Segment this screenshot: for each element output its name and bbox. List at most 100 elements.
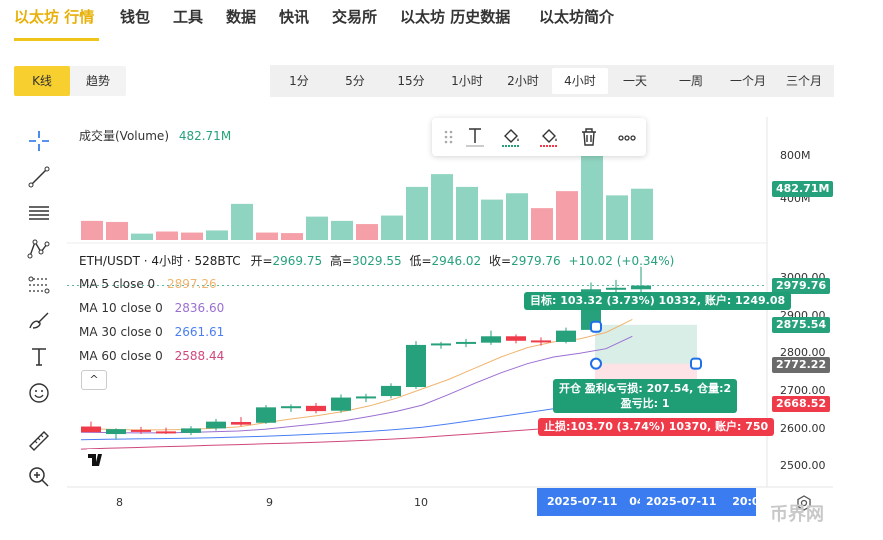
interval-1d[interactable]: 一天 [612, 68, 658, 94]
candle-body [81, 426, 101, 433]
nav-item-eth-market[interactable]: 以太坊 行情 [14, 6, 94, 27]
candlestick-chart[interactable] [67, 117, 833, 517]
brush-icon[interactable] [26, 308, 52, 334]
nav-item-tools[interactable]: 工具 [173, 6, 203, 27]
more-icon[interactable] [614, 124, 640, 150]
target-price-tag: 2875.54 [772, 317, 831, 333]
emoji-icon[interactable] [26, 380, 52, 406]
volume-legend: 成交量(Volume) 482.71M [79, 127, 231, 144]
candle-body [356, 396, 376, 399]
top-navigation: 以太坊 行情 钱包 工具 数据 快讯 交易所 以太坊 历史数据 以太坊简介 [0, 0, 883, 42]
candle-body [156, 431, 176, 434]
low-value: 2946.02 [431, 254, 482, 268]
ma30-legend: MA 30 close 0 2661.61 [79, 325, 224, 339]
position-tooltip-line2: 盈亏比: 1 [620, 397, 670, 410]
ruler-icon[interactable] [26, 428, 52, 454]
low-label: 低= [409, 254, 432, 268]
ma60-legend: MA 60 close 0 2588.44 [79, 349, 224, 363]
time-axis-9: 9 [266, 496, 273, 509]
volume-bar [206, 230, 228, 240]
candle-body [631, 285, 651, 290]
chart-mode-tabs: K线 趋势 [14, 66, 126, 96]
fill-color-icon[interactable] [498, 124, 524, 150]
volume-bar [531, 208, 553, 240]
interval-2h[interactable]: 2小时 [500, 68, 546, 94]
volume-bar [556, 191, 578, 240]
trend-line-icon[interactable] [26, 164, 52, 190]
width-handle [690, 357, 702, 370]
open-label: 开= [250, 254, 273, 268]
candle-body [556, 330, 576, 342]
entry-handle [590, 357, 602, 370]
close-value: 2979.76 [511, 254, 561, 268]
site-watermark: 币界网 [770, 504, 824, 525]
line-color-icon[interactable] [536, 124, 562, 150]
time-axis-8: 8 [116, 496, 123, 509]
tab-trend[interactable]: 趋势 [70, 66, 126, 96]
volume-bar [81, 220, 103, 240]
interval-4h[interactable]: 4小时 [552, 68, 608, 94]
ma30-value: 2661.61 [174, 325, 225, 339]
pattern-icon[interactable] [26, 236, 52, 262]
ma60-label: MA 60 close 0 [79, 349, 163, 363]
volume-label: 成交量(Volume) [79, 129, 169, 143]
zoom-icon[interactable] [26, 464, 52, 490]
candle-body [431, 343, 451, 346]
fib-icon[interactable] [26, 272, 52, 298]
position-tooltip: 开仓 盈利&亏损: 207.54, 仓量:2 盈亏比: 1 [553, 379, 738, 413]
text-tool-icon[interactable] [462, 124, 488, 150]
interval-1w[interactable]: 一周 [668, 68, 714, 94]
collapse-indicators-button[interactable]: ^ [81, 370, 107, 390]
interval-5m[interactable]: 5分 [332, 68, 378, 94]
close-label: 收= [489, 254, 512, 268]
interval-15m[interactable]: 15分 [388, 68, 434, 94]
interval-selector: 1分 5分 15分 1小时 2小时 4小时 一天 一周 一个月 三个月 [270, 65, 834, 97]
volume-bar [406, 186, 428, 240]
candle-body [306, 405, 326, 412]
candle-body [381, 385, 401, 397]
nav-item-news[interactable]: 快讯 [279, 6, 309, 27]
position-tooltip-line1: 开仓 盈利&亏损: 207.54, 仓量:2 [559, 382, 732, 395]
ma10-label: MA 10 close 0 [79, 301, 163, 315]
tab-kline[interactable]: K线 [14, 66, 70, 96]
ma10-value: 2836.60 [174, 301, 225, 315]
text-icon[interactable] [26, 344, 52, 370]
candle-body [106, 429, 126, 435]
volume-bar [331, 220, 353, 240]
interval-1h[interactable]: 1小时 [444, 68, 490, 94]
candle-body [131, 429, 151, 432]
candle-body [256, 407, 276, 423]
nav-item-wallet[interactable]: 钱包 [120, 6, 150, 27]
price-axis-2500: 2500.00 [780, 459, 826, 472]
date-range-end: 2025-07-11 20:00 [640, 488, 767, 516]
nav-item-eth-intro[interactable]: 以太坊简介 [539, 6, 614, 27]
candle-body [331, 397, 351, 411]
interval-1m[interactable]: 1分 [276, 68, 322, 94]
volume-bar [631, 188, 653, 240]
candle-body [506, 336, 526, 341]
date-end-time: 20:00 [732, 495, 768, 508]
drawing-toolbar [18, 122, 62, 502]
nav-item-data[interactable]: 数据 [226, 6, 256, 27]
candle-body [456, 341, 476, 344]
drag-handle-icon[interactable] [436, 124, 462, 150]
crosshair-icon[interactable] [26, 128, 52, 154]
candle-body [481, 336, 501, 343]
horizontal-lines-icon[interactable] [26, 200, 52, 226]
stop-tooltip: 止损:103.70 (3.74%) 10370, 账户: 750 [538, 418, 775, 436]
nav-item-eth-history[interactable]: 以太坊 历史数据 [400, 6, 510, 27]
ma30-label: MA 30 close 0 [79, 325, 163, 339]
candle-body [231, 422, 251, 425]
entry-price-tag: 2772.22 [772, 357, 831, 373]
delete-icon[interactable] [576, 124, 602, 150]
time-axis-10: 10 [414, 496, 428, 509]
nav-item-exchanges[interactable]: 交易所 [332, 6, 377, 27]
interval-1mo[interactable]: 一个月 [722, 68, 774, 94]
volume-bar [506, 193, 528, 240]
volume-bar [581, 144, 603, 240]
date-range-start: 2025-07-11 04:0 [537, 488, 657, 516]
candle-body [606, 287, 626, 290]
interval-3mo[interactable]: 三个月 [778, 68, 830, 94]
candle-body [406, 344, 426, 388]
volume-last-tag: 482.71M [772, 181, 834, 197]
